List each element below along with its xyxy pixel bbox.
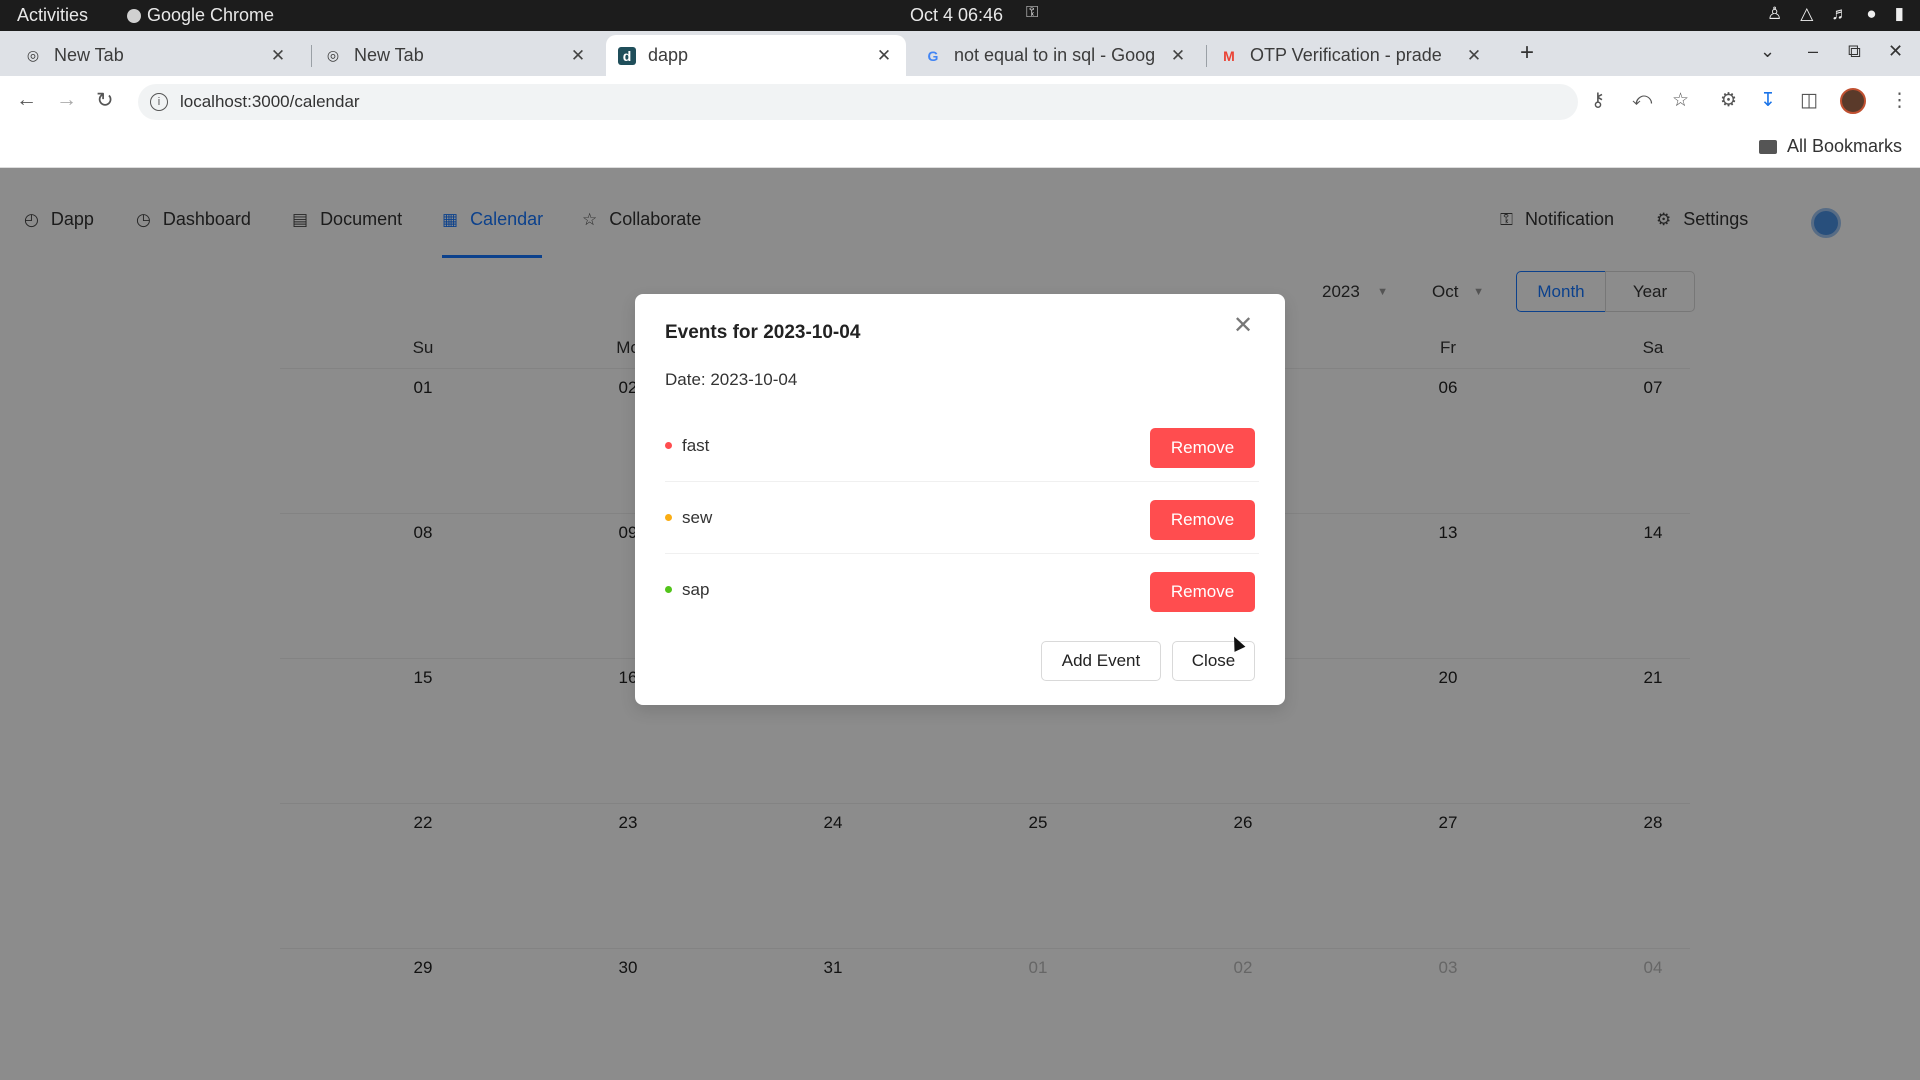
battery-icon: ▮ <box>1894 4 1904 23</box>
chrome-menu-icon[interactable]: ⋮ <box>1890 89 1909 112</box>
clock[interactable]: Oct 4 06:46 <box>910 5 1003 26</box>
folder-icon <box>1758 139 1777 154</box>
remove-event-button[interactable]: Remove <box>1150 428 1255 468</box>
event-name: fast <box>682 436 710 455</box>
remove-event-button[interactable]: Remove <box>1150 500 1255 540</box>
system-tray[interactable]: ♙ △ ♬ ● ▮ <box>1767 4 1904 24</box>
url-text: localhost:3000/calendar <box>180 92 360 111</box>
tab-title: New Tab <box>354 45 424 65</box>
event-color-dot <box>665 442 672 449</box>
password-key-icon[interactable]: ⚷ <box>1591 89 1605 112</box>
tab-1[interactable]: ◎ New Tab ✕ <box>12 35 300 76</box>
window-close-icon[interactable]: ✕ <box>1888 41 1903 62</box>
accessibility-icon: ♙ <box>1767 4 1783 23</box>
event-item: fast Remove <box>665 410 1259 482</box>
activities-button[interactable]: Activities <box>17 5 88 26</box>
address-bar-row: ← → ↻ i localhost:3000/calendar ⚷ ⤺ ☆ ⚙ … <box>0 76 1920 127</box>
new-tab-plus-icon[interactable]: + <box>1520 39 1534 67</box>
modal-date: Date: 2023-10-04 <box>665 370 798 389</box>
event-color-dot <box>665 514 672 521</box>
google-icon: G <box>927 47 939 64</box>
profile-avatar[interactable] <box>1840 88 1866 114</box>
tab-title: dapp <box>648 45 689 65</box>
volume-icon: ♬ <box>1831 4 1849 23</box>
forward-arrow-icon[interactable]: → <box>56 88 77 112</box>
close-icon[interactable]: ✕ <box>1233 314 1253 338</box>
minimize-icon[interactable]: – <box>1808 41 1818 62</box>
gmail-icon: M <box>1223 47 1235 64</box>
url-input[interactable]: i localhost:3000/calendar <box>138 84 1578 120</box>
tab-5[interactable]: M OTP Verification - prade ✕ <box>1208 35 1496 76</box>
chrome-icon: ◎ <box>326 47 340 63</box>
tab-search-chevron-icon[interactable]: ⌄ <box>1760 41 1775 62</box>
close-icon[interactable]: ✕ <box>1464 46 1484 66</box>
all-bookmarks-button[interactable]: All Bookmarks <box>1758 136 1902 157</box>
event-item: sew Remove <box>665 482 1259 554</box>
dapp-icon: d <box>618 46 636 65</box>
download-icon[interactable]: ↧ <box>1760 89 1776 112</box>
modal-title: Events for 2023-10-04 <box>665 322 861 343</box>
chrome-icon <box>127 8 141 23</box>
bookmark-star-icon[interactable]: ☆ <box>1672 89 1689 112</box>
tab-title: OTP Verification - prade <box>1250 45 1442 65</box>
microphone-icon: ● <box>1866 4 1877 23</box>
notification-bell-icon: ⚿ <box>1026 4 1039 21</box>
chrome-icon: ◎ <box>26 47 40 63</box>
extensions-puzzle-icon[interactable]: ⚙ <box>1720 89 1737 112</box>
os-top-bar: Activities Google Chrome Oct 4 06:46 ⚿ ♙… <box>0 0 1920 31</box>
app-menu[interactable]: Google Chrome <box>127 5 274 26</box>
event-color-dot <box>665 586 672 593</box>
restore-icon[interactable]: ⧉ <box>1848 41 1861 62</box>
side-panel-icon[interactable]: ◫ <box>1800 89 1818 112</box>
close-icon[interactable]: ✕ <box>568 46 588 66</box>
tab-title: New Tab <box>54 45 124 65</box>
close-icon[interactable]: ✕ <box>1168 46 1188 66</box>
event-name: sew <box>682 508 713 527</box>
back-arrow-icon[interactable]: ← <box>16 88 37 112</box>
share-icon[interactable]: ⤺ <box>1632 89 1652 111</box>
close-icon[interactable]: ✕ <box>268 46 288 66</box>
bookmark-bar: All Bookmarks <box>0 127 1920 168</box>
events-modal: Events for 2023-10-04 ✕ Date: 2023-10-04… <box>635 294 1285 705</box>
event-name: sap <box>682 580 710 599</box>
tab-title: not equal to in sql - Goog <box>954 45 1156 65</box>
event-item: sap Remove <box>665 554 1259 626</box>
all-bookmarks-label: All Bookmarks <box>1786 136 1902 156</box>
remove-event-button[interactable]: Remove <box>1150 572 1255 612</box>
tab-divider <box>1206 45 1207 67</box>
app-menu-label: Google Chrome <box>147 5 275 25</box>
tab-3-active[interactable]: d dapp ✕ <box>606 35 906 76</box>
tab-4[interactable]: G not equal to in sql - Goog ✕ <box>912 35 1200 76</box>
site-info-icon[interactable]: i <box>150 93 168 111</box>
close-icon[interactable]: ✕ <box>874 46 894 66</box>
tab-strip: ◎ New Tab ✕ ◎ New Tab ✕ d dapp ✕ G not e… <box>0 31 1920 76</box>
wifi-icon: △ <box>1800 4 1814 23</box>
reload-icon[interactable]: ↻ <box>96 88 114 113</box>
tab-2[interactable]: ◎ New Tab ✕ <box>312 35 600 76</box>
add-event-button[interactable]: Add Event <box>1041 641 1161 681</box>
